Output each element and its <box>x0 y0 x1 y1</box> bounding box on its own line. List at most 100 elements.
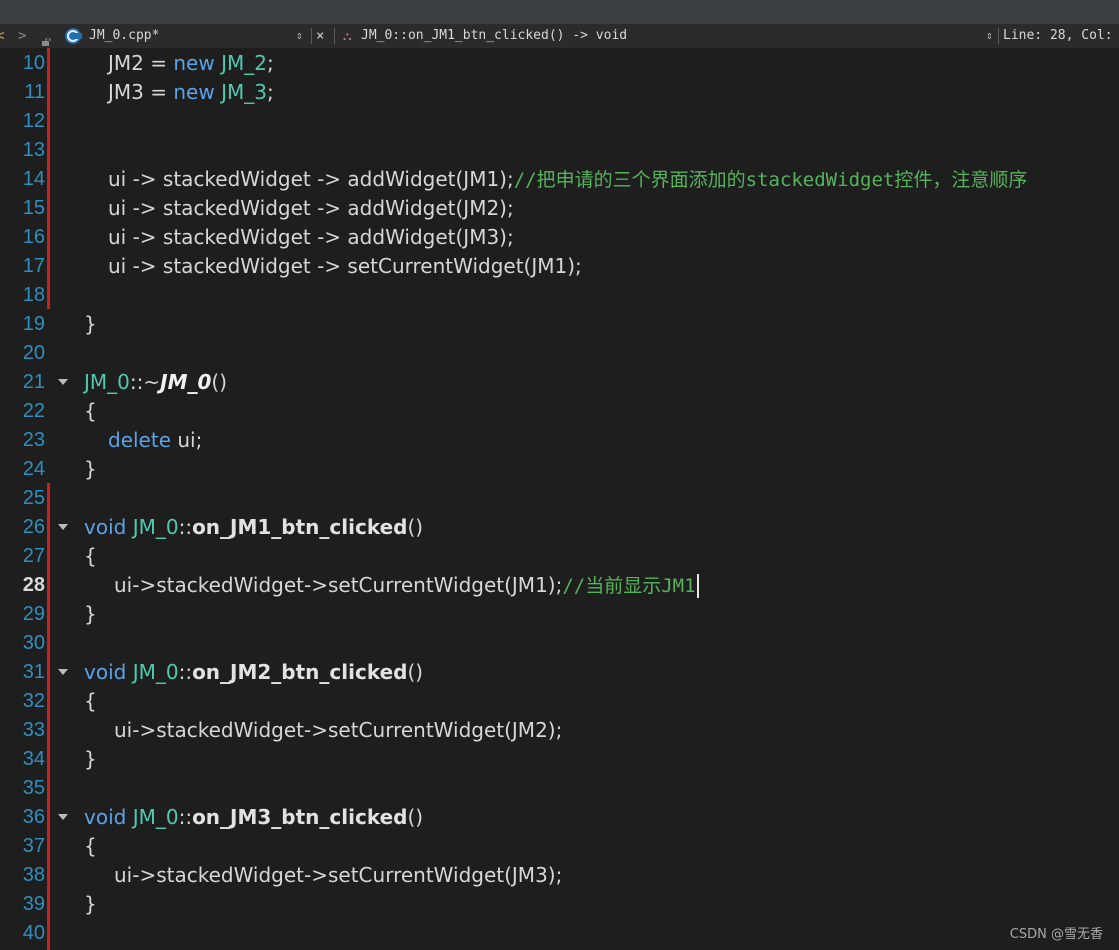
code-token: ui; <box>177 428 203 452</box>
code-token: () <box>407 805 424 829</box>
code-token: } <box>84 602 97 626</box>
code-line[interactable]: 19} <box>0 310 1119 339</box>
code-text: JM2 = new JM_2; <box>108 49 274 78</box>
code-line[interactable]: 25 <box>0 484 1119 513</box>
code-text: ui -> stackedWidget -> addWidget(JM3); <box>108 223 514 252</box>
code-line[interactable]: 22 { <box>0 397 1119 426</box>
code-line[interactable]: 20 <box>0 339 1119 368</box>
line-number[interactable]: 23 <box>0 426 45 455</box>
line-number[interactable]: 14 <box>0 165 45 194</box>
code-token: delete <box>108 428 178 452</box>
line-number[interactable]: 16 <box>0 223 45 252</box>
line-number[interactable]: 29 <box>0 600 45 629</box>
code-token: :: <box>178 660 193 684</box>
code-line[interactable]: 15 ui -> stackedWidget -> addWidget(JM2); <box>0 194 1119 223</box>
code-editor[interactable]: 10 JM2 = new JM_2; 11 JM3 = new JM_3; 12 13 14… <box>0 48 1119 950</box>
line-number[interactable]: 38 <box>0 861 45 890</box>
file-selector-arrows-icon[interactable]: ⇕ <box>296 24 303 48</box>
code-token: JM2 = <box>108 51 174 75</box>
code-line[interactable]: 16 ui -> stackedWidget -> addWidget(JM3); <box>0 223 1119 252</box>
fold-arrow-icon[interactable] <box>58 669 68 675</box>
cursor-position-indicator[interactable]: Line: 28, Col: <box>1003 24 1113 48</box>
code-token: void <box>84 660 133 684</box>
forward-icon[interactable]: > <box>18 24 26 48</box>
code-line[interactable]: 11 JM3 = new JM_3; <box>0 78 1119 107</box>
line-number[interactable]: 37 <box>0 832 45 861</box>
line-number[interactable]: 21 <box>0 368 45 397</box>
lock-icon[interactable] <box>42 31 51 46</box>
code-line[interactable]: 40 <box>0 919 1119 948</box>
line-number[interactable]: 20 <box>0 339 45 368</box>
code-line[interactable]: 24} <box>0 455 1119 484</box>
code-line[interactable]: 27 { <box>0 542 1119 571</box>
line-number[interactable]: 13 <box>0 136 45 165</box>
code-token: ui -> stackedWidget -> addWidget(JM1); <box>108 167 514 191</box>
code-line[interactable]: 28 ui->stackedWidget->setCurrentWidget(JM… <box>0 571 1119 600</box>
line-number[interactable]: 28 <box>0 571 45 600</box>
line-number[interactable]: 12 <box>0 107 45 136</box>
code-token: ; <box>266 51 274 75</box>
code-line[interactable]: 12 <box>0 107 1119 136</box>
code-line[interactable]: 17 ui -> stackedWidget -> setCurrentWidge… <box>0 252 1119 281</box>
code-text: ui->stackedWidget->setCurrentWidget(JM3)… <box>114 861 562 890</box>
fold-arrow-icon[interactable] <box>58 524 68 530</box>
close-document-icon[interactable]: × <box>316 24 324 48</box>
toolbar-separator <box>311 28 312 44</box>
code-text: } <box>84 745 97 774</box>
line-number[interactable]: 33 <box>0 716 45 745</box>
code-line[interactable]: 33 ui->stackedWidget->setCurrentWidget(JM… <box>0 716 1119 745</box>
code-token: new <box>173 80 222 104</box>
code-line[interactable]: 29} <box>0 600 1119 629</box>
code-text: void JM_0::on_JM1_btn_clicked() <box>84 513 423 542</box>
line-number[interactable]: 30 <box>0 629 45 658</box>
line-number[interactable]: 11 <box>0 78 45 107</box>
code-line[interactable]: 21 JM_0::~JM_0() <box>0 368 1119 397</box>
fold-arrow-icon[interactable] <box>58 814 68 820</box>
line-number[interactable]: 17 <box>0 252 45 281</box>
line-number[interactable]: 34 <box>0 745 45 774</box>
code-line[interactable]: 13 <box>0 136 1119 165</box>
line-number[interactable]: 40 <box>0 919 45 948</box>
code-line[interactable]: 14 ui -> stackedWidget -> addWidget(JM1);… <box>0 165 1119 194</box>
line-number[interactable]: 35 <box>0 774 45 803</box>
code-text: void JM_0::on_JM3_btn_clicked() <box>84 803 423 832</box>
modified-lines-marker <box>47 48 50 309</box>
open-file-name[interactable]: JM_0.cpp* <box>89 24 159 48</box>
line-number[interactable]: 24 <box>0 455 45 484</box>
code-line[interactable]: 10 JM2 = new JM_2; <box>0 49 1119 78</box>
code-token: } <box>84 892 97 916</box>
code-line[interactable]: 39} <box>0 890 1119 919</box>
line-number[interactable]: 19 <box>0 310 45 339</box>
line-number[interactable]: 32 <box>0 687 45 716</box>
code-token: ::~ <box>129 370 161 394</box>
line-number[interactable]: 10 <box>0 49 45 78</box>
fold-arrow-icon[interactable] <box>58 379 68 385</box>
code-line[interactable]: 34} <box>0 745 1119 774</box>
code-line[interactable]: 18 <box>0 281 1119 310</box>
code-line[interactable]: 30 <box>0 629 1119 658</box>
line-number[interactable]: 26 <box>0 513 45 542</box>
line-number[interactable]: 25 <box>0 484 45 513</box>
code-token: JM_0 <box>160 370 212 394</box>
current-symbol-selector[interactable]: JM_0::on_JM1_btn_clicked() -> void <box>361 24 627 48</box>
lock-icon-shape <box>42 36 51 46</box>
code-line[interactable]: 36 void JM_0::on_JM3_btn_clicked() <box>0 803 1119 832</box>
code-token: () <box>211 370 227 394</box>
line-number[interactable]: 18 <box>0 281 45 310</box>
code-line[interactable]: 38 ui->stackedWidget->setCurrentWidget(JM… <box>0 861 1119 890</box>
code-line[interactable]: 32 { <box>0 687 1119 716</box>
code-line[interactable]: 35 <box>0 774 1119 803</box>
line-number[interactable]: 39 <box>0 890 45 919</box>
back-icon[interactable]: < <box>0 24 4 48</box>
code-line[interactable]: 26 void JM_0::on_JM1_btn_clicked() <box>0 513 1119 542</box>
line-number[interactable]: 22 <box>0 397 45 426</box>
line-number[interactable]: 15 <box>0 194 45 223</box>
line-number[interactable]: 36 <box>0 803 45 832</box>
line-number[interactable]: 27 <box>0 542 45 571</box>
line-number[interactable]: 31 <box>0 658 45 687</box>
code-line[interactable]: 31 void JM_0::on_JM2_btn_clicked() <box>0 658 1119 687</box>
code-line[interactable]: 37 { <box>0 832 1119 861</box>
code-comment: //当前显示JM1 <box>562 575 696 597</box>
line-selector-arrows-icon[interactable]: ⇕ <box>986 24 993 48</box>
code-line[interactable]: 23 delete ui; <box>0 426 1119 455</box>
